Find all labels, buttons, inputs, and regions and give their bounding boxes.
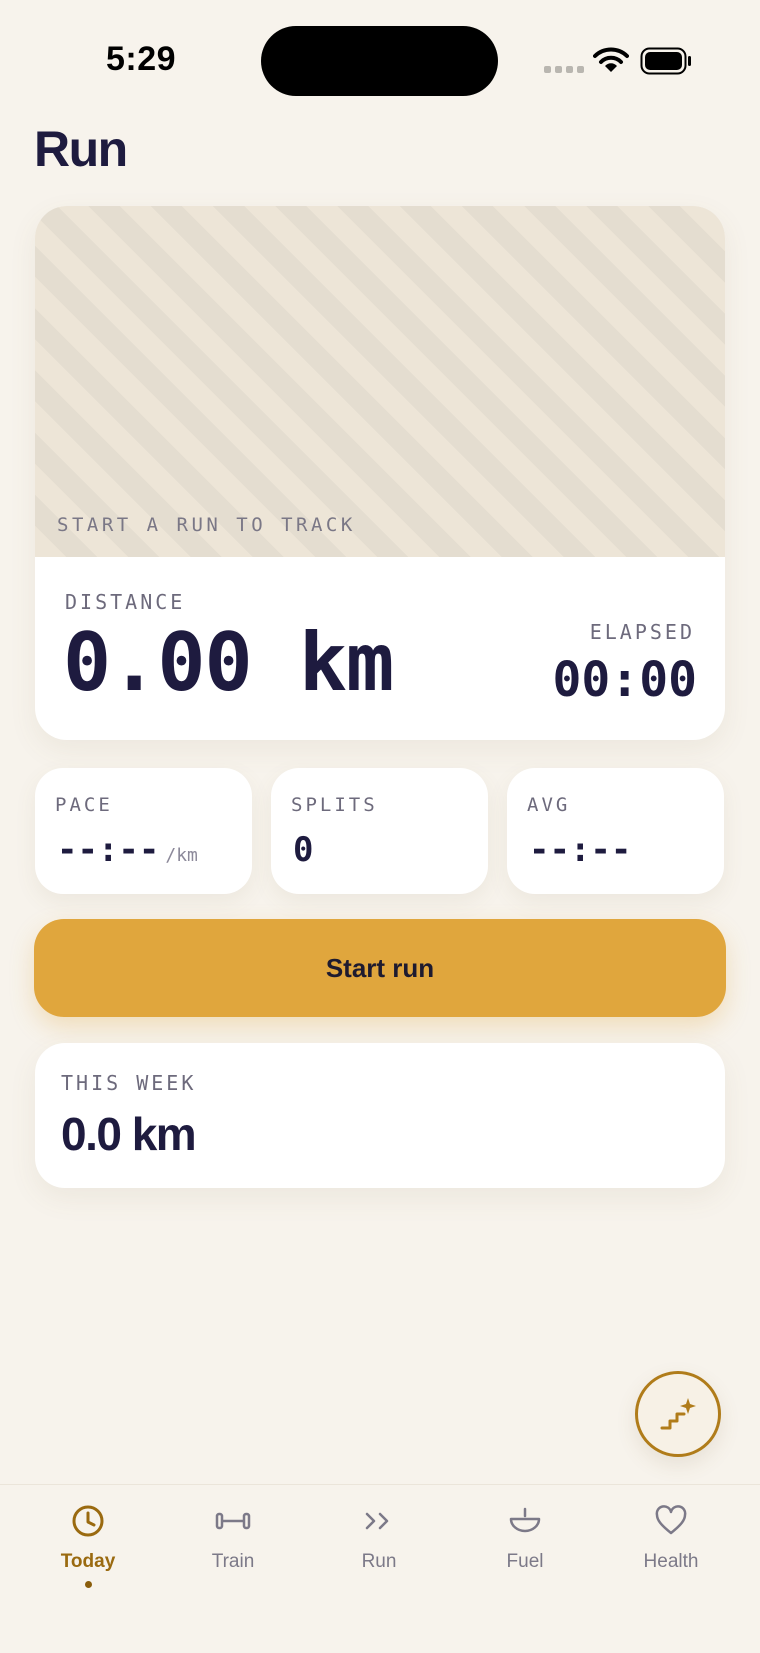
status-time: 5:29 [106, 40, 177, 78]
tab-fuel[interactable]: Fuel [465, 1503, 585, 1613]
pace-number: --:-- [57, 830, 160, 870]
tab-run-label: Run [361, 1551, 397, 1572]
map-caption: START A RUN TO TRACK [57, 514, 356, 536]
clock-icon [72, 1505, 104, 1537]
active-tab-indicator [84, 1581, 92, 1588]
distance-value: 0.00 km [63, 616, 394, 709]
pace-tile: PACE --:--/km [35, 768, 252, 894]
avg-value: --:-- [529, 830, 632, 870]
heart-icon [655, 1505, 687, 1535]
tab-run[interactable]: Run [319, 1503, 439, 1613]
tab-train-label: Train [211, 1551, 255, 1572]
splits-value: 0 [293, 830, 314, 870]
tab-fuel-label: Fuel [506, 1551, 544, 1572]
this-week-card: THIS WEEK 0.0 km [35, 1043, 725, 1188]
tab-health-label: Health [643, 1551, 699, 1572]
tab-today[interactable]: Today [28, 1503, 148, 1613]
tab-train[interactable]: Train [173, 1503, 293, 1613]
this-week-value: 0.0 km [61, 1108, 197, 1160]
pace-label: PACE [55, 794, 113, 816]
distance-label: DISTANCE [65, 590, 186, 614]
double-chevron-icon [365, 1512, 389, 1530]
bottom-tab-bar: Today Train Run Fuel Health [0, 1484, 760, 1653]
pace-unit: /km [165, 845, 198, 866]
elapsed-value: 00:00 [552, 652, 698, 708]
dumbbell-icon [215, 1512, 251, 1530]
avg-label: AVG [527, 794, 571, 816]
coach-fab-button[interactable] [635, 1371, 721, 1457]
bowl-icon [509, 1507, 541, 1533]
elapsed-label: ELAPSED [589, 620, 695, 644]
wifi-icon [593, 47, 629, 72]
run-tracking-card: START A RUN TO TRACK DISTANCE 0.00 km EL… [35, 206, 725, 740]
splits-label: SPLITS [291, 794, 378, 816]
battery-icon [640, 47, 691, 75]
dynamic-island [261, 26, 498, 96]
stairs-sparkle-icon [660, 1398, 696, 1430]
this-week-label: THIS WEEK [61, 1071, 197, 1095]
cellular-signal-icon [544, 66, 584, 73]
route-map-placeholder: START A RUN TO TRACK [35, 206, 725, 557]
pace-value: --:--/km [57, 830, 198, 870]
avg-tile: AVG --:-- [507, 768, 724, 894]
tab-today-label: Today [60, 1551, 116, 1572]
tab-health[interactable]: Health [611, 1503, 731, 1613]
start-run-button[interactable]: Start run [34, 919, 726, 1017]
splits-tile: SPLITS 0 [271, 768, 488, 894]
page-title: Run [34, 121, 128, 177]
